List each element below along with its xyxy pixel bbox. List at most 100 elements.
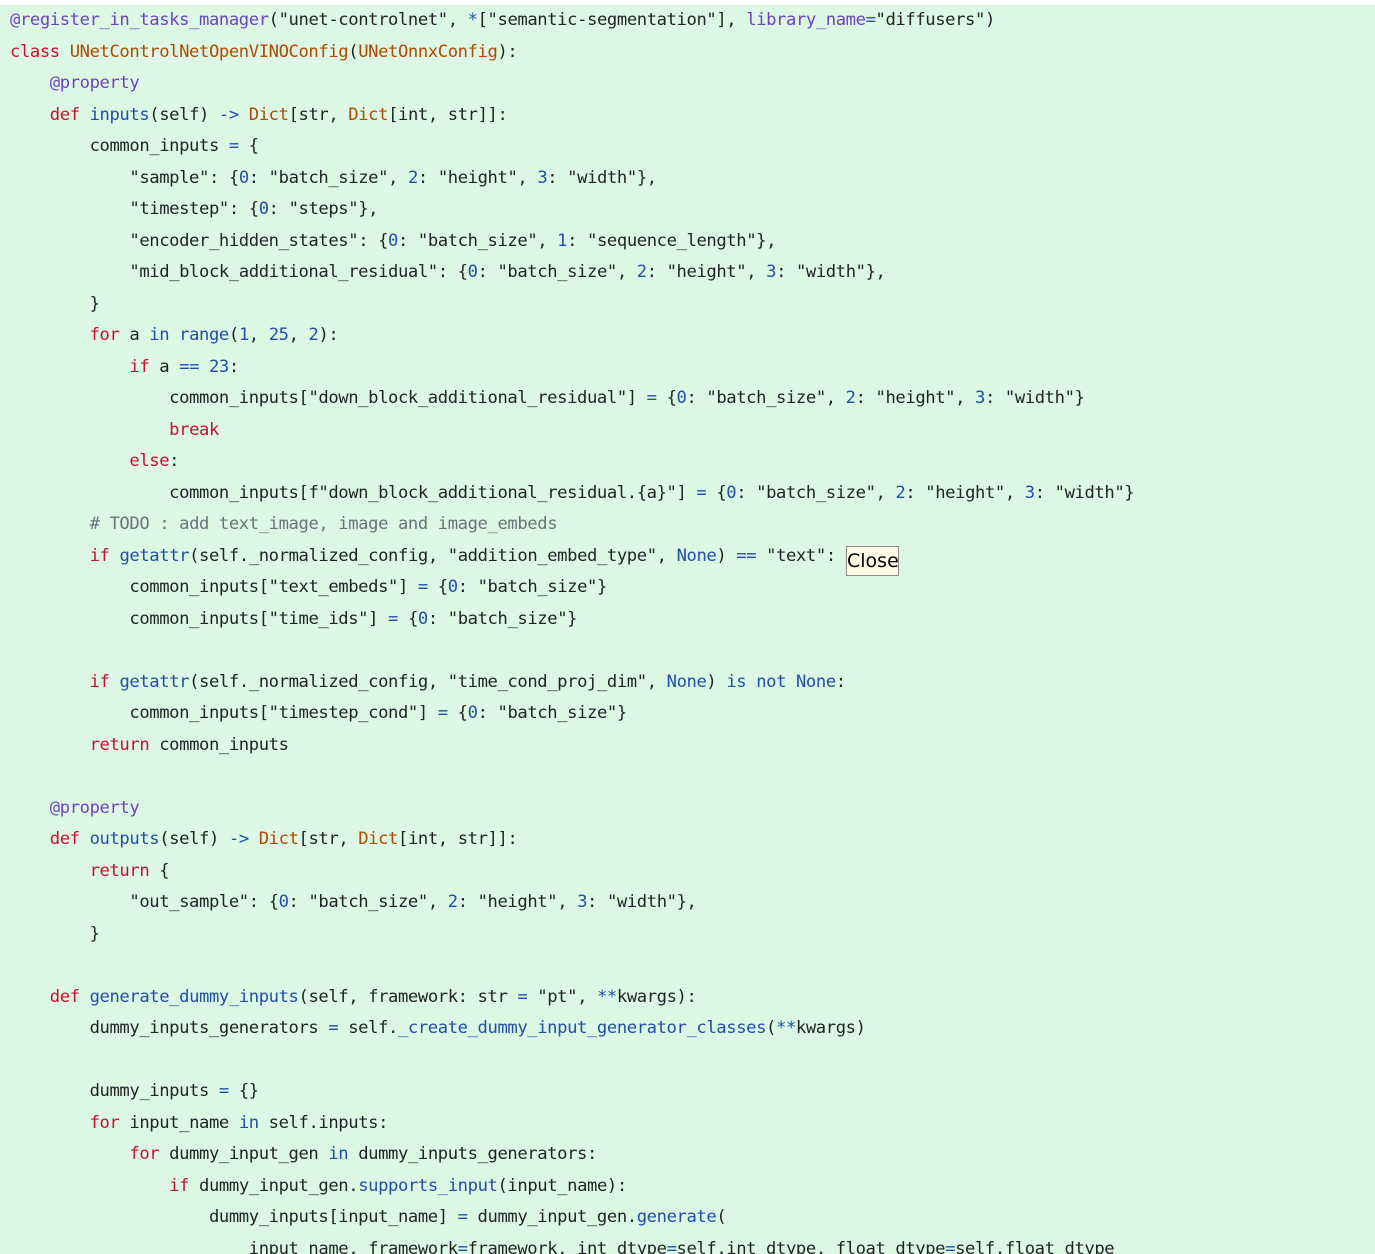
code-token: [	[477, 10, 488, 30]
code-token: Dict	[348, 104, 389, 125]
code-token: (self)	[159, 829, 229, 849]
code-token: **	[596, 986, 617, 1007]
code-token: "batch_size"	[308, 892, 428, 912]
code-token: def	[49, 104, 90, 125]
code-token: is	[726, 671, 747, 692]
code-token: )	[984, 10, 995, 30]
code-token: (self._normalized_config,	[189, 545, 448, 566]
code-token: @property	[49, 73, 140, 93]
code-line: def generate_dummy_inputs(self, framewor…	[10, 982, 1134, 1014]
code-token: ->	[228, 829, 249, 849]
code-token: ,	[616, 262, 637, 282]
code-token: "text"	[766, 545, 826, 566]
code-token: "batch_size"	[706, 388, 826, 408]
code-token: # TODO : add text_image, image and image…	[89, 514, 558, 534]
code-token: 0	[417, 608, 428, 629]
code-token: =	[696, 482, 707, 503]
code-token: getattr	[119, 545, 190, 566]
code-token: ,	[517, 167, 538, 188]
code-token: **	[776, 1018, 796, 1038]
code-token: },	[676, 892, 697, 912]
code-token: =	[228, 136, 239, 156]
close-button[interactable]: Close	[846, 546, 899, 576]
code-token: :	[835, 671, 846, 692]
code-line: break	[10, 415, 1134, 447]
code-token: if	[129, 356, 150, 377]
code-line: if dummy_input_gen.supports_input(input_…	[10, 1171, 1134, 1203]
code-token: return	[89, 734, 150, 755]
code-token: ,	[248, 325, 269, 345]
code-token: "unet-controlnet"	[278, 10, 449, 30]
code-token: ):	[318, 325, 339, 345]
code-line: common_inputs[f"down_block_additional_re…	[10, 478, 1134, 510]
code-token: 2	[636, 262, 647, 282]
code-token: *	[467, 10, 478, 30]
code-token: input_name	[119, 1112, 239, 1133]
code-token: 25	[268, 325, 289, 345]
code-token: 0	[467, 703, 478, 723]
code-token: },	[756, 230, 777, 251]
code-token: =	[517, 986, 528, 1007]
code-token: _create_dummy_input_generator_classes	[397, 1018, 767, 1038]
code-token: @property	[49, 797, 140, 818]
code-token: :	[646, 262, 667, 282]
code-token: 2	[407, 167, 418, 188]
code-token: }	[1124, 482, 1135, 503]
code-token: ,	[656, 545, 677, 566]
code-token: :	[268, 199, 289, 219]
code-token: : {	[358, 230, 389, 251]
code-token: =	[328, 1018, 339, 1038]
code-token: common_inputs[	[10, 703, 269, 723]
code-token: "batch_size"	[477, 577, 598, 597]
code-token: "pt"	[537, 986, 578, 1007]
code-token: 3	[1024, 482, 1035, 503]
code-token: ,	[427, 892, 448, 912]
code-token: },	[358, 199, 379, 219]
code-token: "batch_size"	[268, 167, 389, 188]
code-token: f"down_block_additional_residual.{a}"	[308, 482, 677, 503]
code-line: if getattr(self._normalized_config, "add…	[10, 541, 1134, 573]
code-token: }	[1074, 388, 1085, 408]
code-token: 0	[238, 167, 249, 188]
code-token: }	[10, 293, 100, 314]
code-token: Dict	[248, 104, 289, 125]
code-token: "width"	[1004, 388, 1075, 408]
code-token: ,	[557, 892, 578, 912]
code-token: a	[119, 325, 150, 345]
code-token: 0	[676, 388, 687, 408]
code-token: supports_input	[358, 1175, 498, 1196]
code-token: ,	[577, 986, 597, 1007]
code-token: common_inputs	[149, 734, 289, 755]
code-line: "mid_block_additional_residual": {0: "ba…	[10, 257, 1134, 289]
code-token: : {	[208, 167, 239, 188]
code-token: {	[447, 703, 468, 723]
code-token: 1	[557, 230, 568, 251]
code-token: @register_in_tasks_manager	[10, 10, 269, 30]
code-token: "encoder_hidden_states"	[129, 230, 359, 251]
code-token: in	[149, 325, 170, 345]
code-token: for	[89, 1112, 120, 1133]
code-token: :	[457, 892, 478, 912]
code-token: ,	[646, 671, 667, 692]
code-line: for input_name in self.inputs:	[10, 1108, 1134, 1140]
code-line: common_inputs["down_block_additional_res…	[10, 383, 1134, 415]
code-token: :	[397, 230, 418, 251]
code-token: 2	[447, 892, 458, 912]
code-token: 0	[278, 892, 289, 912]
code-token: break	[169, 419, 219, 440]
code-token: [int, str]]:	[398, 829, 518, 849]
code-token: ,	[875, 482, 896, 503]
code-token: common_inputs[	[10, 608, 269, 629]
code-token: in	[328, 1144, 349, 1164]
